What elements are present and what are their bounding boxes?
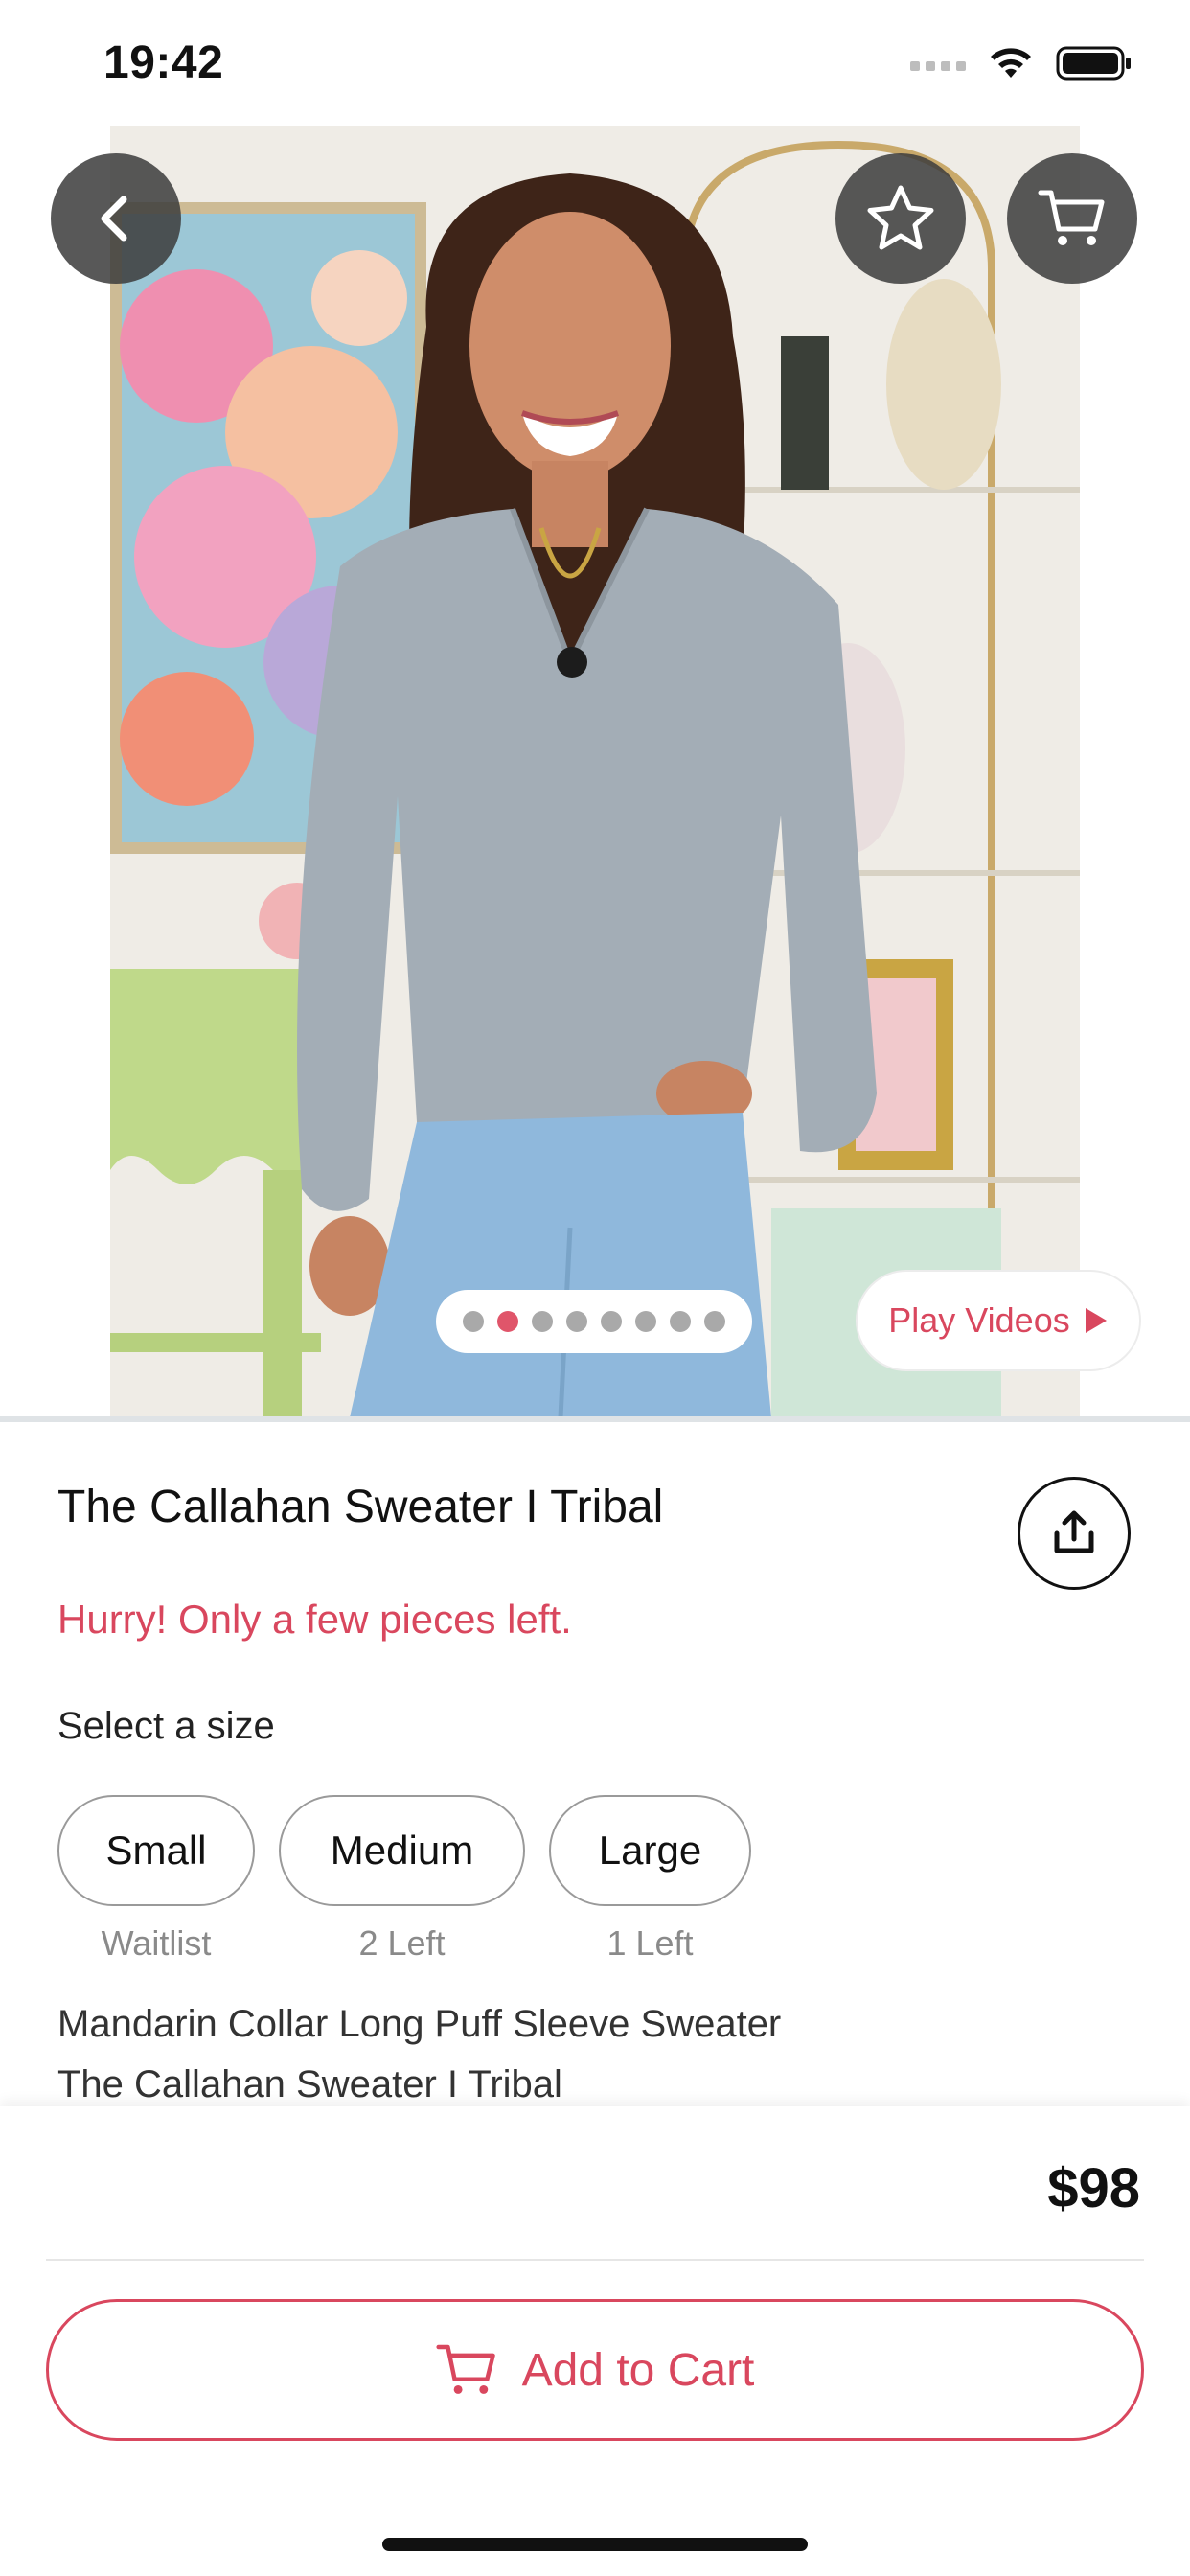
share-button[interactable] xyxy=(1018,1477,1131,1590)
size-option-medium[interactable]: Medium xyxy=(279,1795,525,1906)
product-description-line: Mandarin Collar Long Puff Sleeve Sweater xyxy=(57,2003,782,2045)
product-price: $98 xyxy=(1047,2157,1140,2220)
size-option-large[interactable]: Large xyxy=(549,1795,751,1906)
wifi-icon xyxy=(991,48,1031,78)
product-title: The Callahan Sweater I Tribal xyxy=(57,1482,664,1532)
star-icon xyxy=(867,185,934,250)
shopping-cart-icon xyxy=(436,2344,495,2394)
image-divider xyxy=(0,1416,1190,1422)
size-option-small[interactable]: Small xyxy=(57,1795,255,1906)
size-availability-medium: 2 Left xyxy=(358,1923,446,1963)
pagination-dot-active[interactable] xyxy=(497,1311,518,1332)
pagination-dot[interactable] xyxy=(463,1311,484,1332)
pagination-dot[interactable] xyxy=(704,1311,725,1332)
select-size-label: Select a size xyxy=(57,1705,275,1747)
back-button[interactable] xyxy=(51,153,181,284)
size-availability-small: Waitlist xyxy=(101,1923,212,1963)
price-divider xyxy=(46,2259,1144,2261)
play-icon xyxy=(1085,1308,1107,1333)
cart-button[interactable] xyxy=(1007,153,1137,284)
status-icons xyxy=(910,42,1133,84)
pagination-dot[interactable] xyxy=(566,1311,587,1332)
image-pagination[interactable] xyxy=(436,1290,752,1353)
stock-urgency-text: Hurry! Only a few pieces left. xyxy=(57,1597,572,1642)
share-icon xyxy=(1054,1510,1094,1553)
favorite-button[interactable] xyxy=(835,153,966,284)
product-description-line: The Callahan Sweater I Tribal xyxy=(57,2063,562,2105)
cellular-signal-icon xyxy=(910,61,966,71)
chevron-left-icon xyxy=(101,196,127,242)
pagination-dot[interactable] xyxy=(635,1311,656,1332)
status-time: 19:42 xyxy=(103,37,224,88)
product-image[interactable] xyxy=(110,126,1080,1417)
shopping-cart-icon xyxy=(1038,190,1105,245)
pagination-dot[interactable] xyxy=(601,1311,622,1332)
add-to-cart-label: Add to Cart xyxy=(521,2344,755,2396)
play-videos-button[interactable]: Play Videos xyxy=(856,1270,1141,1371)
pagination-dot[interactable] xyxy=(670,1311,691,1332)
add-to-cart-button[interactable]: Add to Cart xyxy=(46,2299,1144,2441)
size-availability-large: 1 Left xyxy=(606,1923,694,1963)
pagination-dot[interactable] xyxy=(532,1311,553,1332)
home-indicator[interactable] xyxy=(382,2538,808,2551)
play-videos-label: Play Videos xyxy=(888,1300,1070,1340)
battery-icon xyxy=(1056,46,1131,80)
